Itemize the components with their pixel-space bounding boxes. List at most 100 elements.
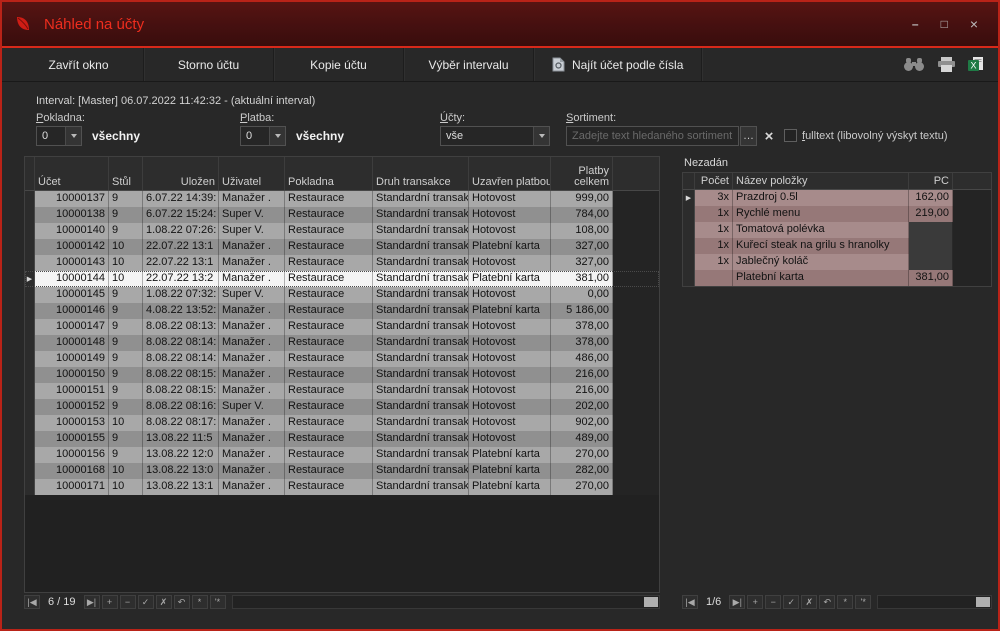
accounts-insert-record-button[interactable]: + <box>101 595 118 609</box>
list-item[interactable]: Platební karta 381,00 <box>683 270 991 286</box>
column-header-nazev[interactable]: Název položky <box>733 173 909 189</box>
table-row[interactable]: 10000149 9 8.08.22 08:14: Manažer . Restaura… <box>25 351 659 367</box>
list-item[interactable]: 1x Kuřecí steak na grilu s hranolky <box>683 238 991 254</box>
pokladna-cell: Restaurace <box>285 223 373 239</box>
find-account-button[interactable]: Najít účet podle čísla <box>534 48 703 81</box>
interval-select-button[interactable]: Výběr intervalu <box>404 48 534 81</box>
table-row[interactable]: 10000156 9 13.08.22 12:0 Manažer . Restaurac… <box>25 447 659 463</box>
sortiment-clear-icon[interactable]: × <box>759 126 779 146</box>
table-row[interactable]: 10000168 10 13.08.22 13:0 Manažer . Restaura… <box>25 463 659 479</box>
list-item[interactable]: 1x Rychlé menu 219,00 <box>683 206 991 222</box>
items-first-record-button[interactable]: |◀ <box>682 595 698 609</box>
table-row[interactable]: 10000143 10 22.07.22 13:1 Manažer . Restaura… <box>25 255 659 271</box>
items-goto-bookmark-button[interactable]: '* <box>855 595 872 609</box>
items-save-bookmark-button[interactable]: * <box>837 595 854 609</box>
pokladna-select[interactable]: 0 <box>36 126 82 146</box>
table-row[interactable]: 10000148 9 8.08.22 08:14: Manažer . Restaura… <box>25 335 659 351</box>
row-indicator <box>25 303 35 319</box>
ulozen-cell: 13.08.22 12:0 <box>143 447 219 463</box>
ucty-select[interactable]: vše <box>440 126 550 146</box>
close-icon[interactable] <box>970 17 978 31</box>
scrollbar-thumb[interactable] <box>976 597 990 607</box>
column-header-pokladna[interactable]: Pokladna <box>285 157 373 190</box>
excel-export-icon[interactable]: X <box>968 57 984 72</box>
column-header-platby[interactable]: Platby celkem <box>551 157 613 190</box>
row-indicator: ▶ <box>25 271 35 287</box>
list-item[interactable]: ▶ 3x Prazdroj 0.5l 162,00 <box>683 190 991 206</box>
chevron-down-icon[interactable] <box>269 127 285 145</box>
column-header-pc[interactable]: PC <box>909 173 953 189</box>
items-post-edit-button[interactable]: ✓ <box>783 595 800 609</box>
column-header-uzivatel[interactable]: Uživatel <box>219 157 285 190</box>
stul-cell: 10 <box>109 463 143 479</box>
items-delete-record-button[interactable]: − <box>765 595 782 609</box>
accounts-delete-record-button[interactable]: − <box>119 595 136 609</box>
binoculars-icon[interactable] <box>903 58 925 71</box>
column-header-uzavren[interactable]: Uzavřen platbou <box>469 157 551 190</box>
table-row[interactable]: 10000155 9 13.08.22 11:5 Manažer . Restaurac… <box>25 431 659 447</box>
table-row[interactable]: ▶ 10000144 10 22.07.22 13:2 Manažer . Restaur… <box>25 271 659 287</box>
close-window-button[interactable]: Zavřít okno <box>14 48 144 81</box>
table-row[interactable]: 10000145 9 1.08.22 07:32: Super V. Restaurac… <box>25 287 659 303</box>
accounts-cancel-edit-button[interactable]: ✗ <box>155 595 172 609</box>
items-cancel-edit-button[interactable]: ✗ <box>801 595 818 609</box>
accounts-record-position: 6 / 19 <box>48 596 76 608</box>
uzivatel-cell: Manažer . <box>219 303 285 319</box>
uzavren-cell: Hotovost <box>469 255 551 271</box>
sortiment-search-input[interactable] <box>566 126 739 146</box>
column-header-stul[interactable]: Stůl <box>109 157 143 190</box>
table-row[interactable]: 10000152 9 8.08.22 08:16: Super V. Restaurac… <box>25 399 659 415</box>
table-row[interactable]: 10000140 9 1.08.22 07:26: Super V. Restaurac… <box>25 223 659 239</box>
accounts-save-bookmark-button[interactable]: * <box>191 595 208 609</box>
fulltext-checkbox[interactable] <box>784 129 797 142</box>
column-header-ulozen[interactable]: Uložen <box>143 157 219 190</box>
accounts-last-record-button[interactable]: ▶| <box>83 595 100 609</box>
maximize-icon[interactable] <box>941 18 948 30</box>
printer-icon[interactable] <box>937 57 956 72</box>
items-horizontal-scrollbar[interactable] <box>877 595 992 609</box>
druh-cell: Standardní transakc <box>373 303 469 319</box>
platby-cell: 216,00 <box>551 383 613 399</box>
uzavren-cell: Platební karta <box>469 447 551 463</box>
items-grid-header: Počet Název položky PC <box>683 173 991 190</box>
items-insert-record-button[interactable]: + <box>747 595 764 609</box>
copy-account-button[interactable]: Kopie účtu <box>274 48 404 81</box>
minimize-icon[interactable] <box>912 18 919 30</box>
platby-cell: 378,00 <box>551 319 613 335</box>
items-refresh-button[interactable]: ↶ <box>819 595 836 609</box>
accounts-horizontal-scrollbar[interactable] <box>231 595 660 609</box>
table-row[interactable]: 10000138 9 6.07.22 15:24: Super V. Restaurac… <box>25 207 659 223</box>
druh-cell: Standardní transakc <box>373 335 469 351</box>
accounts-post-edit-button[interactable]: ✓ <box>137 595 154 609</box>
pokladna-selected-value: 0 <box>42 130 49 142</box>
scrollbar-thumb[interactable] <box>644 597 658 607</box>
accounts-goto-bookmark-button[interactable]: '* <box>209 595 226 609</box>
column-header-druh[interactable]: Druh transakce <box>373 157 469 190</box>
list-item[interactable]: 1x Jablečný koláč <box>683 254 991 270</box>
list-item[interactable]: 1x Tomatová polévka <box>683 222 991 238</box>
table-row[interactable]: 10000151 9 8.08.22 08:15: Manažer . Restaura… <box>25 383 659 399</box>
table-row[interactable]: 10000153 10 8.08.22 08:17: Manažer . Restaur… <box>25 415 659 431</box>
chevron-down-icon[interactable] <box>65 127 81 145</box>
ulozen-cell: 1.08.22 07:32: <box>143 287 219 303</box>
uzavren-cell: Hotovost <box>469 191 551 207</box>
header-indicator-cell <box>25 157 35 190</box>
table-row[interactable]: 10000150 9 8.08.22 08:15: Manažer . Restaura… <box>25 367 659 383</box>
accounts-first-record-button[interactable]: |◀ <box>24 595 40 609</box>
table-row[interactable]: 10000137 9 6.07.22 14:39: Manažer . Restaura… <box>25 191 659 207</box>
row-indicator <box>25 351 35 367</box>
items-last-record-button[interactable]: ▶| <box>729 595 746 609</box>
items-grid-rows: ▶ 3x Prazdroj 0.5l 162,00 1x Rychlé menu 219,0… <box>683 190 991 286</box>
chevron-down-icon[interactable] <box>533 127 549 145</box>
column-header-ucet[interactable]: Účet <box>35 157 109 190</box>
table-row[interactable]: 10000146 9 4.08.22 13:52: Manažer . Restaura… <box>25 303 659 319</box>
table-row[interactable]: 10000147 9 8.08.22 08:13: Manažer . Restaura… <box>25 319 659 335</box>
storno-button[interactable]: Storno účtu <box>144 48 274 81</box>
table-row[interactable]: 10000142 10 22.07.22 13:1 Manažer . Restaura… <box>25 239 659 255</box>
accounts-refresh-button[interactable]: ↶ <box>173 595 190 609</box>
platba-select[interactable]: 0 <box>240 126 286 146</box>
sortiment-browse-button[interactable]: … <box>740 126 757 146</box>
druh-cell: Standardní transakc <box>373 207 469 223</box>
column-header-pocet[interactable]: Počet <box>695 173 733 189</box>
table-row[interactable]: 10000171 10 13.08.22 13:1 Manažer . Restaura… <box>25 479 659 495</box>
